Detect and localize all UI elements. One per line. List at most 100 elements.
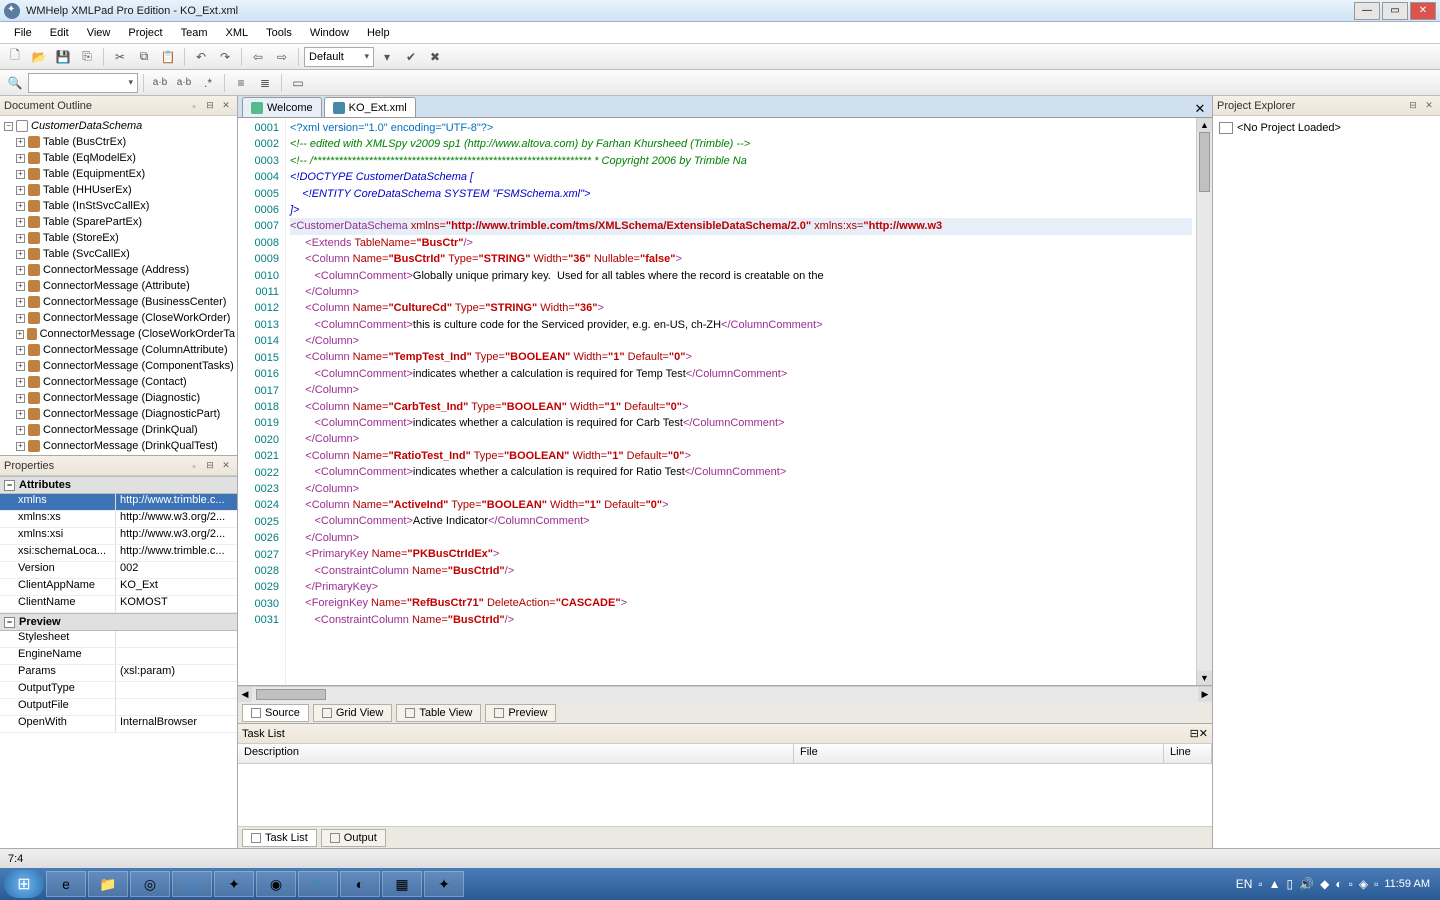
property-row[interactable]: Version002 <box>0 562 237 579</box>
tree-item[interactable]: +Table (BusCtrEx) <box>14 134 235 150</box>
collapse-icon[interactable]: − <box>4 122 13 131</box>
scroll-up-icon[interactable]: ▲ <box>1197 118 1212 132</box>
property-value[interactable]: 002 <box>116 562 237 578</box>
property-row[interactable]: xmlnshttp://www.trimble.c... <box>0 494 237 511</box>
tree-item[interactable]: +Table (SparePartEx) <box>14 214 235 230</box>
tree-item[interactable]: +ConnectorMessage (Address) <box>14 262 235 278</box>
horizontal-scrollbar[interactable]: ◀ ▶ <box>238 686 1212 702</box>
vertical-scrollbar[interactable]: ▲ ▼ <box>1196 118 1212 685</box>
expand-icon[interactable]: + <box>16 410 25 419</box>
copy-icon[interactable]: ⧉ <box>133 46 155 68</box>
dropdown-icon[interactable]: ▾ <box>376 46 398 68</box>
redo-icon[interactable]: ↷ <box>214 46 236 68</box>
tray-icon[interactable]: ▫ <box>1374 877 1378 891</box>
scroll-right-icon[interactable]: ▶ <box>1198 687 1212 702</box>
outline-tree[interactable]: − CustomerDataSchema +Table (BusCtrEx)+T… <box>0 116 237 456</box>
tree-item[interactable]: +ConnectorMessage (DrinkQual) <box>14 422 235 438</box>
scroll-down-icon[interactable]: ▼ <box>1197 671 1212 685</box>
expand-icon[interactable]: + <box>16 314 25 323</box>
expand-icon[interactable]: + <box>16 378 25 387</box>
expand-icon[interactable]: + <box>16 234 25 243</box>
tray-up-icon[interactable]: ▲ <box>1269 877 1281 891</box>
property-value[interactable] <box>116 699 237 715</box>
property-row[interactable]: xmlns:xsihttp://www.w3.org/2... <box>0 528 237 545</box>
property-value[interactable] <box>116 682 237 698</box>
tree-item[interactable]: +Table (EquipmentEx) <box>14 166 235 182</box>
new-icon[interactable]: 🗋 <box>4 46 26 68</box>
scroll-left-icon[interactable]: ◀ <box>238 687 252 702</box>
taskbar-chrome-icon[interactable]: ◉ <box>256 871 296 897</box>
tray-icon[interactable]: ◆ <box>1320 877 1329 891</box>
expand-icon[interactable]: + <box>16 218 25 227</box>
expand-icon[interactable]: + <box>16 170 25 179</box>
expand-icon[interactable]: + <box>16 394 25 403</box>
menu-tools[interactable]: Tools <box>258 25 300 41</box>
scroll-thumb[interactable] <box>256 689 326 700</box>
expand-icon[interactable]: + <box>16 266 25 275</box>
menu-project[interactable]: Project <box>120 25 170 41</box>
save-all-icon[interactable]: ⎘ <box>76 46 98 68</box>
tree-item[interactable]: +Table (SvcCallEx) <box>14 246 235 262</box>
col-file[interactable]: File <box>794 744 1164 763</box>
tree-item[interactable]: +ConnectorMessage (CloseWorkOrder) <box>14 310 235 326</box>
autohide-icon[interactable]: ▫ <box>187 459 201 473</box>
property-value[interactable] <box>116 648 237 664</box>
property-row[interactable]: ClientNameKOMOST <box>0 596 237 613</box>
clock[interactable]: 11:59 AM <box>1384 878 1430 890</box>
property-row[interactable]: ClientAppNameKO_Ext <box>0 579 237 596</box>
taskbar-app1-icon[interactable]: ◎ <box>130 871 170 897</box>
tree-item[interactable]: +ConnectorMessage (ColumnAttribute) <box>14 342 235 358</box>
taskbar-app3-icon[interactable]: ◐ <box>340 871 380 897</box>
tree-item[interactable]: +Table (InStSvcCallEx) <box>14 198 235 214</box>
taskbar-app2-icon[interactable]: ✦ <box>214 871 254 897</box>
property-value[interactable]: http://www.w3.org/2... <box>116 528 237 544</box>
tree-item[interactable]: +Table (HHUserEx) <box>14 182 235 198</box>
close-panel-icon[interactable]: ✕ <box>219 99 233 113</box>
match-case-icon[interactable]: a·b <box>149 72 171 94</box>
expand-icon[interactable]: + <box>16 362 25 371</box>
property-value[interactable]: KOMOST <box>116 596 237 612</box>
attributes-section[interactable]: − Attributes <box>0 476 237 494</box>
whole-word-icon[interactable]: a·b <box>173 72 195 94</box>
tab-tasklist[interactable]: Task List <box>242 829 317 847</box>
property-row[interactable]: Stylesheet <box>0 631 237 648</box>
expand-icon[interactable]: + <box>16 298 25 307</box>
expand-icon[interactable]: + <box>16 346 25 355</box>
collapse-icon[interactable]: − <box>4 617 15 628</box>
taskbar-app4-icon[interactable]: ▦ <box>382 871 422 897</box>
property-row[interactable]: xsi:schemaLoca...http://www.trimble.c... <box>0 545 237 562</box>
maximize-button[interactable]: ▭ <box>1382 2 1408 20</box>
lang-indicator[interactable]: EN <box>1236 877 1253 891</box>
menu-help[interactable]: Help <box>359 25 398 41</box>
preview-section[interactable]: − Preview <box>0 613 237 631</box>
outdent-icon[interactable]: ≣ <box>254 72 276 94</box>
tray-icon[interactable]: ▫ <box>1349 877 1353 891</box>
property-value[interactable]: (xsl:param) <box>116 665 237 681</box>
validate-icon[interactable]: ✔ <box>400 46 422 68</box>
tree-item[interactable]: +Table (StoreEx) <box>14 230 235 246</box>
menu-edit[interactable]: Edit <box>42 25 77 41</box>
property-value[interactable]: InternalBrowser <box>116 716 237 732</box>
tab-welcome[interactable]: Welcome <box>242 97 322 117</box>
taskbar-ie-icon[interactable]: e <box>46 871 86 897</box>
undo-icon[interactable]: ↶ <box>190 46 212 68</box>
property-row[interactable]: xmlns:xshttp://www.w3.org/2... <box>0 511 237 528</box>
fwd-icon[interactable]: ⇨ <box>271 46 293 68</box>
col-line[interactable]: Line <box>1164 744 1212 763</box>
close-panel-icon[interactable]: ✕ <box>1199 727 1208 740</box>
tree-item[interactable]: +ConnectorMessage (BusinessCenter) <box>14 294 235 310</box>
tray-volume-icon[interactable]: 🔊 <box>1299 877 1314 891</box>
paste-icon[interactable]: 📋 <box>157 46 179 68</box>
tree-item[interactable]: +ConnectorMessage (ComponentTasks) <box>14 358 235 374</box>
property-row[interactable]: OutputType <box>0 682 237 699</box>
open-icon[interactable]: 📂 <box>28 46 50 68</box>
col-description[interactable]: Description <box>238 744 794 763</box>
expand-icon[interactable]: + <box>16 138 25 147</box>
start-button[interactable] <box>4 870 44 898</box>
tree-item[interactable]: +ConnectorMessage (CloseWorkOrderTa <box>14 326 235 342</box>
property-value[interactable]: http://www.trimble.c... <box>116 494 237 510</box>
expand-icon[interactable]: + <box>16 250 25 259</box>
property-row[interactable]: EngineName <box>0 648 237 665</box>
tree-item[interactable]: +ConnectorMessage (DrinkQualTest) <box>14 438 235 454</box>
pin-icon[interactable]: ⊟ <box>1190 727 1199 740</box>
